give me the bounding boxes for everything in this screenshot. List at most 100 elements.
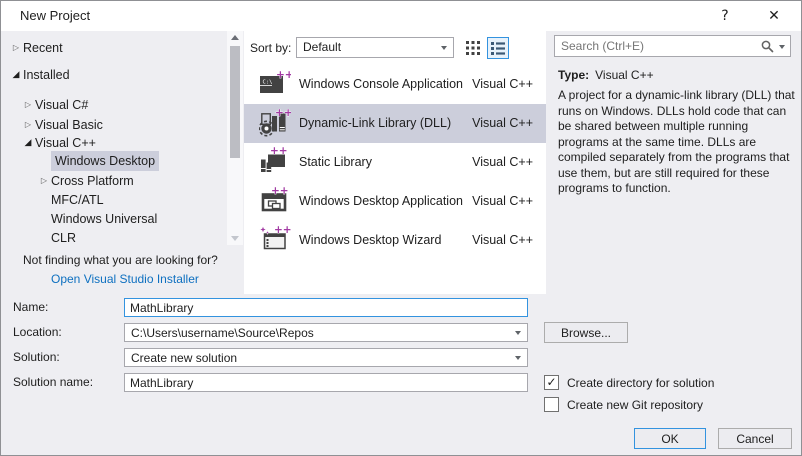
tree-item-clr[interactable]: CLR [1, 229, 226, 247]
tree-item-windows-universal[interactable]: Windows Universal [1, 210, 226, 228]
chevron-collapsed-icon: ▷ [9, 39, 23, 57]
svg-text:++: ++ [275, 107, 291, 119]
solution-value: Create new solution [125, 349, 527, 368]
dynamic-link-library-icon: ++ [259, 107, 291, 139]
location-label: Location: [13, 323, 62, 342]
sort-by-value: Default [297, 38, 453, 57]
type-value: Visual C++ [595, 68, 653, 82]
svg-text:++: ++ [270, 146, 288, 157]
dialog-body: ▷ Recent ◢ Installed ▷ Visual C# ▷ Visua… [1, 31, 801, 455]
create-git-label: Create new Git repository [567, 397, 703, 413]
window-title: New Project [20, 1, 90, 31]
svg-text:++: ++ [271, 185, 289, 197]
tree-item-installed[interactable]: ◢ Installed [1, 66, 226, 84]
tree-item-cross-platform[interactable]: ▷ Cross Platform [1, 172, 226, 190]
scroll-down-icon[interactable] [231, 236, 239, 241]
tree-scrollbar[interactable] [227, 31, 243, 245]
not-finding-text: Not finding what you are looking for? [23, 253, 218, 267]
template-name: Windows Desktop Wizard [299, 221, 441, 260]
template-name: Static Library [299, 143, 372, 182]
browse-button[interactable]: Browse... [544, 322, 628, 343]
tree-item-mfc-atl[interactable]: MFC/ATL [1, 191, 226, 209]
svg-text:++: ++ [276, 69, 291, 81]
scroll-up-icon[interactable] [231, 35, 239, 40]
help-button[interactable]: ? [711, 1, 739, 31]
location-dropdown[interactable]: C:\Users\username\Source\Repos [124, 323, 528, 342]
list-view-button[interactable] [487, 37, 509, 59]
chevron-down-icon [441, 46, 447, 50]
scrollbar-thumb[interactable] [230, 46, 240, 158]
sort-bar: Sort by: Default [244, 36, 546, 60]
svg-text:++: ++ [274, 224, 291, 236]
name-field[interactable] [124, 298, 528, 317]
tree-item-visual-basic[interactable]: ▷ Visual Basic [1, 116, 226, 134]
cancel-button[interactable]: Cancel [718, 428, 792, 449]
chevron-collapsed-icon: ▷ [37, 172, 51, 190]
template-static-library[interactable]: ++ Static Library Visual C++ [244, 143, 546, 182]
template-language: Visual C++ [472, 104, 533, 143]
tree-item-label: Recent [23, 39, 63, 57]
tree-item-windows-desktop[interactable]: Windows Desktop [1, 152, 226, 170]
tree-item-label: MFC/ATL [51, 191, 104, 209]
template-windows-console-application[interactable]: C:\ ++ Windows Console Application Visua… [244, 65, 546, 104]
template-name: Dynamic-Link Library (DLL) [299, 104, 451, 143]
template-name: Windows Console Application [299, 65, 463, 104]
template-name: Windows Desktop Application [299, 182, 463, 221]
template-description: A project for a dynamic-link library (DL… [558, 88, 796, 197]
tree-item-label: Visual C# [35, 96, 88, 114]
checkbox-checked-icon: ✓ [544, 375, 559, 390]
name-label: Name: [13, 298, 48, 317]
svg-text:C:\: C:\ [263, 80, 273, 86]
sort-by-dropdown[interactable]: Default [296, 37, 454, 58]
windows-desktop-application-icon: ++ [259, 185, 291, 217]
search-input[interactable] [555, 36, 753, 56]
tree-item-visual-cpp[interactable]: ◢ Visual C++ [1, 134, 226, 152]
ok-button[interactable]: OK [634, 428, 706, 449]
solution-dropdown[interactable]: Create new solution [124, 348, 528, 367]
template-info-panel: Type: Visual C++ A project for a dynamic-… [546, 31, 801, 294]
sort-by-label: Sort by: [250, 36, 291, 60]
type-label: Type: [558, 68, 589, 82]
static-library-icon: ++ [259, 146, 291, 178]
tree-item-label: Visual Basic [35, 116, 103, 134]
chevron-down-icon [515, 356, 521, 360]
create-directory-label: Create directory for solution [567, 375, 714, 391]
chevron-down-icon [515, 331, 521, 335]
location-value: C:\Users\username\Source\Repos [125, 324, 527, 343]
chevron-expanded-icon: ◢ [9, 66, 23, 84]
console-application-icon: C:\ ++ [259, 68, 291, 100]
template-language: Visual C++ [472, 143, 533, 182]
titlebar: New Project ? ✕ [1, 1, 801, 31]
tree-item-label: Visual C++ [35, 134, 96, 152]
tree-item-label-selected: Windows Desktop [51, 151, 159, 171]
solution-label: Solution: [13, 348, 60, 367]
search-options-chevron-icon[interactable] [779, 45, 785, 49]
template-language: Visual C++ [472, 221, 533, 260]
chevron-collapsed-icon: ▷ [21, 96, 35, 114]
checkbox-unchecked-icon [544, 397, 559, 412]
grid-view-icon [466, 41, 480, 55]
close-button[interactable]: ✕ [759, 1, 789, 31]
small-icons-view-button[interactable] [462, 37, 484, 59]
tree-item-label: Windows Universal [51, 210, 157, 228]
chevron-collapsed-icon: ▷ [21, 116, 35, 134]
tree-item-label: CLR [51, 229, 76, 247]
windows-desktop-wizard-icon: ++ [259, 224, 291, 256]
search-icon[interactable] [761, 40, 774, 53]
solution-name-field[interactable] [124, 373, 528, 392]
template-dynamic-link-library[interactable]: ++ Dynamic-Link Library (DLL) Visual C++ [244, 104, 546, 143]
type-line: Type: Visual C++ [558, 68, 654, 82]
tree-item-label: Installed [23, 66, 70, 84]
tree-item-visual-csharp[interactable]: ▷ Visual C# [1, 96, 226, 114]
template-windows-desktop-application[interactable]: ++ Windows Desktop Application Visual C+… [244, 182, 546, 221]
template-list-panel: Sort by: Default [244, 31, 546, 294]
tree-item-label: Cross Platform [51, 172, 134, 190]
template-language: Visual C++ [472, 65, 533, 104]
open-installer-link[interactable]: Open Visual Studio Installer [51, 272, 199, 286]
new-project-dialog: New Project ? ✕ ▷ Recent ◢ Installed ▷ V… [0, 0, 802, 456]
template-windows-desktop-wizard[interactable]: ++ Windows Desktop Wizard Visual C++ [244, 221, 546, 260]
search-box [554, 35, 791, 57]
solution-name-label: Solution name: [13, 373, 93, 392]
tree-item-recent[interactable]: ▷ Recent [1, 39, 226, 57]
chevron-expanded-icon: ◢ [21, 134, 35, 152]
